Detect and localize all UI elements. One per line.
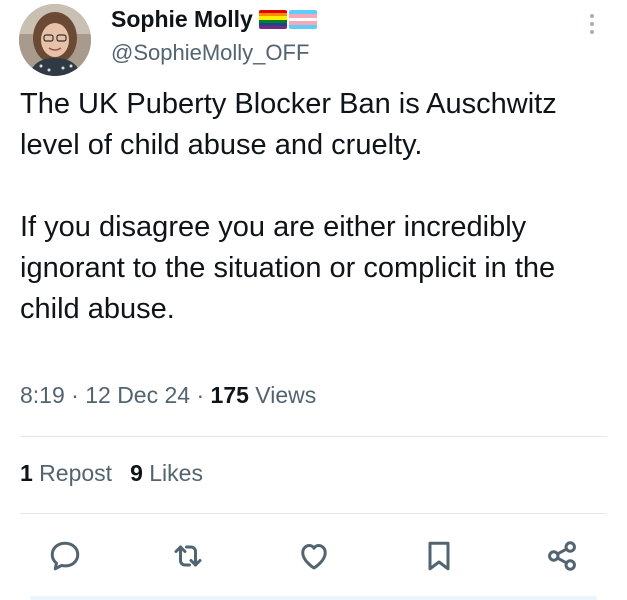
meta-separator: · <box>64 382 86 408</box>
author-name[interactable]: Sophie Molly <box>111 6 253 33</box>
reposts-stat[interactable]: 1 Repost <box>20 460 112 486</box>
tweet-paragraph-2: If you disagree you are either incredibl… <box>20 211 556 325</box>
meta-separator: · <box>190 382 211 408</box>
flag-emojis <box>258 10 317 29</box>
bookmark-icon[interactable] <box>421 538 457 574</box>
reply-icon[interactable] <box>47 538 83 574</box>
reply-bar-edge <box>30 596 597 600</box>
tweet-text: The UK Puberty Blocker Ban is Auschwitz … <box>20 84 610 330</box>
avatar-image <box>19 4 91 76</box>
views-label: Views <box>248 382 317 408</box>
transgender-flag-icon <box>288 10 317 29</box>
repost-icon[interactable] <box>170 538 206 574</box>
views-count: 175 <box>210 382 249 408</box>
tweet-meta: 8:19 · 12 Dec 24 · 175 Views <box>20 382 316 409</box>
like-icon[interactable] <box>296 538 332 574</box>
tweet-time[interactable]: 8:19 <box>20 382 65 408</box>
likes-stat[interactable]: 9 Likes <box>130 460 203 486</box>
divider <box>20 436 607 437</box>
divider <box>20 513 607 514</box>
action-bar <box>0 530 627 580</box>
more-options-icon[interactable] <box>584 14 600 42</box>
author-handle[interactable]: @SophieMolly_OFF <box>111 40 309 66</box>
tweet-stats: 1 Repost 9 Likes <box>20 460 203 487</box>
reposts-label: Repost <box>32 460 113 486</box>
share-icon[interactable] <box>544 538 580 574</box>
tweet-paragraph-1: The UK Puberty Blocker Ban is Auschwitz … <box>20 88 557 161</box>
rainbow-flag-icon <box>258 10 287 29</box>
reposts-count: 1 <box>20 460 33 486</box>
avatar[interactable] <box>19 4 91 76</box>
likes-label: Likes <box>142 460 203 486</box>
author-name-row: Sophie Molly <box>111 6 317 33</box>
likes-count: 9 <box>130 460 143 486</box>
tweet-date[interactable]: 12 Dec 24 <box>85 382 190 408</box>
